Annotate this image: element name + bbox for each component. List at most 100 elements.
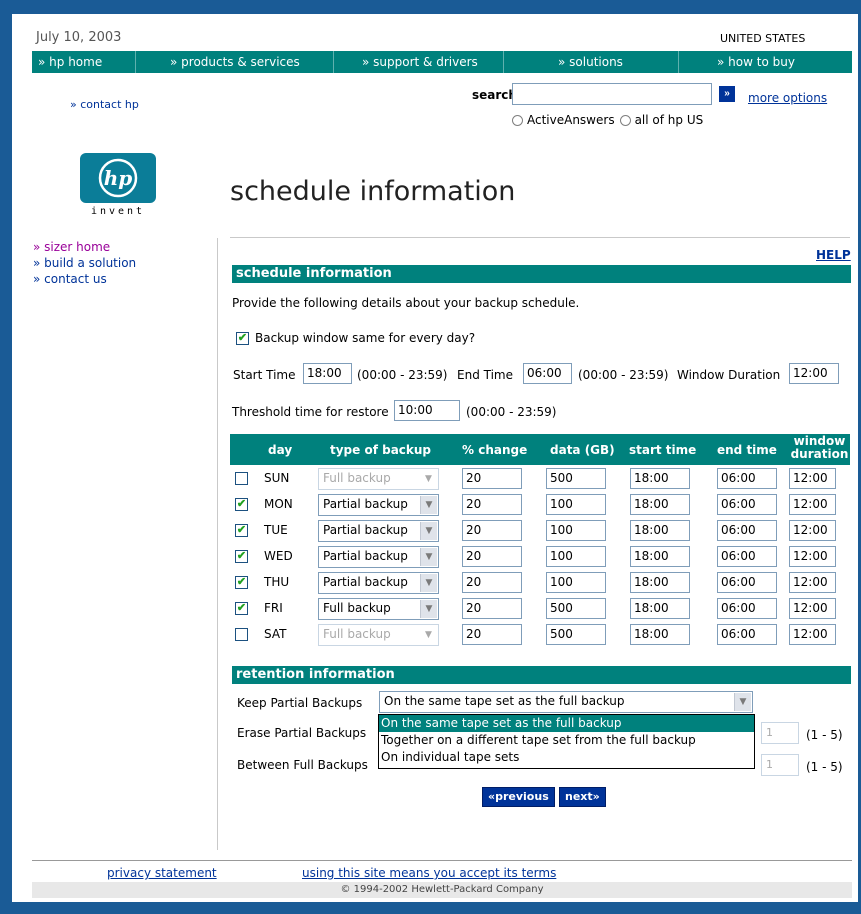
day-checkbox[interactable]	[235, 524, 248, 537]
end-input[interactable]: 06:00	[717, 520, 777, 541]
start-input[interactable]: 18:00	[630, 598, 690, 619]
search-scope: ActiveAnswers all of hp US	[512, 113, 703, 127]
end-input[interactable]: 06:00	[717, 572, 777, 593]
day-checkbox[interactable]	[235, 602, 248, 615]
end-time-input[interactable]: 06:00	[523, 363, 572, 384]
start-input[interactable]: 18:00	[630, 494, 690, 515]
privacy-link[interactable]: privacy statement	[107, 866, 217, 880]
dropdown-option-individual-tapes[interactable]: On individual tape sets	[379, 749, 754, 766]
data-input[interactable]: 100	[546, 494, 606, 515]
col-data: data (GB)	[550, 443, 615, 457]
radio-all-hp-label: all of hp US	[634, 113, 704, 127]
schedule-table-header: day type of backup % change data (GB) st…	[230, 434, 850, 465]
hp-logo[interactable]: hp invent	[80, 153, 156, 217]
same-window-checkbox[interactable]	[236, 331, 249, 345]
data-input[interactable]: 500	[546, 624, 606, 645]
end-input[interactable]: 06:00	[717, 624, 777, 645]
backup-type-value: Full backup	[323, 601, 391, 615]
nav-solutions[interactable]: » solutions	[504, 51, 679, 73]
start-time-input[interactable]: 18:00	[303, 363, 352, 384]
col-end: end time	[717, 443, 777, 457]
window-input[interactable]: 12:00	[789, 624, 836, 645]
chevron-down-icon[interactable]: ▼	[420, 600, 437, 618]
backup-type-select[interactable]: Partial backup ▼	[318, 520, 439, 542]
change-input[interactable]: 20	[462, 624, 522, 645]
data-input[interactable]: 100	[546, 572, 606, 593]
footer-divider	[32, 860, 852, 861]
change-input[interactable]: 20	[462, 494, 522, 515]
more-options-link[interactable]: more options	[748, 91, 827, 105]
day-checkbox[interactable]	[235, 472, 248, 485]
day-checkbox[interactable]	[235, 576, 248, 589]
next-button[interactable]: next»	[559, 787, 606, 807]
nav-how-to-buy[interactable]: » how to buy	[679, 51, 852, 73]
keep-partial-select[interactable]: On the same tape set as the full backup …	[379, 691, 753, 713]
end-input[interactable]: 06:00	[717, 468, 777, 489]
terms-link[interactable]: using this site means you accept its ter…	[302, 866, 556, 880]
day-checkbox[interactable]	[235, 628, 248, 641]
end-input[interactable]: 06:00	[717, 546, 777, 567]
change-input[interactable]: 20	[462, 546, 522, 567]
nav-support-drivers[interactable]: » support & drivers	[334, 51, 504, 73]
left-nav-build-solution[interactable]: » build a solution	[33, 255, 136, 271]
threshold-input[interactable]: 10:00	[394, 400, 460, 421]
window-input[interactable]: 12:00	[789, 572, 836, 593]
window-duration-input[interactable]: 12:00	[789, 363, 839, 384]
backup-type-select[interactable]: Partial backup ▼	[318, 572, 439, 594]
data-input[interactable]: 100	[546, 520, 606, 541]
data-input[interactable]: 100	[546, 546, 606, 567]
previous-button[interactable]: «previous	[482, 787, 555, 807]
start-input[interactable]: 18:00	[630, 546, 690, 567]
left-nav-sizer-home[interactable]: » sizer home	[33, 239, 136, 255]
backup-type-select[interactable]: Full backup ▼	[318, 468, 439, 490]
search-go-button[interactable]: »	[719, 86, 735, 102]
backup-type-select[interactable]: Partial backup ▼	[318, 494, 439, 516]
dropdown-option-different-tape[interactable]: Together on a different tape set from th…	[379, 732, 754, 749]
radio-all-hp[interactable]	[619, 114, 631, 126]
window-input[interactable]: 12:00	[789, 598, 836, 619]
end-input[interactable]: 06:00	[717, 494, 777, 515]
chevron-down-icon[interactable]: ▼	[420, 522, 437, 540]
chevron-down-icon[interactable]: ▼	[420, 496, 437, 514]
day-checkbox[interactable]	[235, 498, 248, 511]
chevron-down-icon[interactable]: ▼	[420, 470, 437, 488]
threshold-label: Threshold time for restore	[232, 405, 389, 419]
window-input[interactable]: 12:00	[789, 546, 836, 567]
chevron-down-icon[interactable]: ▼	[734, 693, 751, 711]
chevron-down-icon[interactable]: ▼	[420, 574, 437, 592]
left-nav-contact-us[interactable]: » contact us	[33, 271, 136, 287]
table-row: FRI Full backup ▼ 20 500 18:00 06:00 12:00	[230, 597, 850, 621]
logo-tagline: invent	[90, 206, 146, 217]
chevron-down-icon[interactable]: ▼	[420, 626, 437, 644]
chevron-down-icon[interactable]: ▼	[420, 548, 437, 566]
erase-range: (1 - 5)	[806, 728, 843, 742]
col-start: start time	[629, 443, 697, 457]
contact-hp-link[interactable]: » contact hp	[70, 98, 139, 111]
change-input[interactable]: 20	[462, 468, 522, 489]
between-full-input[interactable]: 1	[761, 754, 799, 776]
day-checkbox[interactable]	[235, 550, 248, 563]
window-input[interactable]: 12:00	[789, 468, 836, 489]
window-input[interactable]: 12:00	[789, 494, 836, 515]
data-input[interactable]: 500	[546, 598, 606, 619]
nav-products-services[interactable]: » products & services	[136, 51, 334, 73]
start-input[interactable]: 18:00	[630, 624, 690, 645]
backup-type-select[interactable]: Full backup ▼	[318, 598, 439, 620]
dropdown-option-same-tape[interactable]: On the same tape set as the full backup	[379, 715, 754, 732]
start-input[interactable]: 18:00	[630, 468, 690, 489]
data-input[interactable]: 500	[546, 468, 606, 489]
search-input[interactable]	[512, 83, 712, 105]
start-input[interactable]: 18:00	[630, 572, 690, 593]
start-input[interactable]: 18:00	[630, 520, 690, 541]
radio-activeanswers[interactable]	[512, 114, 523, 126]
nav-hp-home[interactable]: » hp home	[32, 51, 136, 73]
end-input[interactable]: 06:00	[717, 598, 777, 619]
backup-type-select[interactable]: Partial backup ▼	[318, 546, 439, 568]
erase-partial-input[interactable]: 1	[761, 722, 799, 744]
change-input[interactable]: 20	[462, 572, 522, 593]
window-input[interactable]: 12:00	[789, 520, 836, 541]
backup-type-select[interactable]: Full backup ▼	[318, 624, 439, 646]
help-link[interactable]: HELP	[816, 248, 851, 262]
change-input[interactable]: 20	[462, 520, 522, 541]
change-input[interactable]: 20	[462, 598, 522, 619]
